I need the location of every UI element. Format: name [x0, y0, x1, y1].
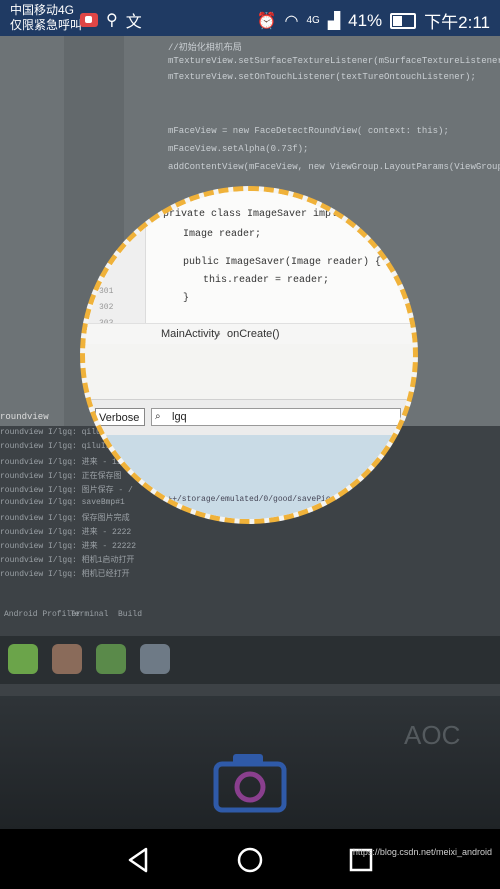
bg-code-line: mTextureView.setOnTouchListener(textTure…	[168, 72, 476, 82]
taskbar-app-icon	[8, 644, 38, 674]
code-line: this.reader = reader;	[203, 275, 330, 286]
status-bar: 中国移动4G 仅限紧急呼叫 ⚲ 文 ⏰ ◠ 4G ▟ 41% 下午2:11	[0, 0, 500, 36]
breadcrumb-method[interactable]: onCreate()	[227, 328, 280, 340]
wifi-icon: ◠	[284, 12, 299, 30]
logcat-toolbar: Verbose ⌕ lgq	[85, 399, 413, 437]
bg-code-line: mFaceView = new FaceDetectRoundView( con…	[168, 126, 449, 136]
code-line: public ImageSaver(Image reader) {	[183, 257, 382, 268]
screen-record-icon	[80, 13, 98, 27]
breadcrumb: MainActivity › onCreate()	[85, 323, 413, 344]
notification-icons: ⚲ 文	[80, 8, 142, 32]
navigation-bar	[0, 829, 500, 889]
clock: 下午2:11	[424, 13, 490, 32]
circle-code-editor: 301 302 303 private class ImageSaver imp…	[85, 191, 413, 331]
line-number: 302	[99, 303, 114, 312]
logcat-search-input[interactable]: ⌕ lgq	[151, 408, 401, 426]
camera-frame-icon	[213, 761, 287, 813]
home-icon	[237, 847, 263, 873]
search-icon: ⌕	[155, 411, 161, 422]
monitor-brand-logo: AOC	[404, 720, 461, 750]
back-button[interactable]	[124, 845, 154, 875]
bg-code-line: mFaceView.setAlpha(0.73f);	[168, 144, 309, 154]
search-query: lgq	[172, 411, 187, 423]
log-message: =====+++++/storage/emulated/0/good/saveP…	[129, 495, 418, 504]
translate-icon: 文	[125, 14, 142, 31]
taskbar-app-icon	[96, 644, 126, 674]
bg-log-title: roundview	[0, 412, 49, 422]
shutter-button[interactable]	[213, 750, 287, 814]
battery-level-fill	[393, 15, 403, 26]
system-status: ⏰ ◠ 4G ▟ 41% 下午2:11	[257, 8, 490, 33]
bg-log-line: roundview I/lgq: 相机已经打开	[0, 570, 130, 579]
battery-percent: 41%	[348, 10, 383, 30]
log-level-value: Verbose	[99, 412, 140, 424]
code-line: Image reader;	[183, 229, 262, 240]
log-level-select[interactable]: Verbose	[95, 408, 145, 426]
battery-icon	[390, 12, 417, 29]
background-taskbar	[0, 636, 500, 684]
bg-tab-terminal: Terminal	[70, 610, 109, 619]
network-type-label: 4G	[306, 15, 320, 26]
code-line: private class ImageSaver implements Runn…	[163, 209, 418, 220]
camera-lens-icon	[234, 771, 266, 803]
bg-log-line: roundview I/lgq: 相机1启动打开	[0, 556, 135, 565]
bg-tab-build: Build	[118, 610, 143, 619]
watermark-url: https://blog.csdn.net/meixi_android	[352, 847, 492, 857]
breadcrumb-separator-icon: ›	[217, 328, 221, 340]
taskbar-app-icon	[140, 644, 170, 674]
bg-log-line: roundview I/lgq: 进来 - 2222	[0, 528, 132, 537]
line-number: 301	[99, 287, 114, 296]
camera-top-icon	[233, 754, 263, 766]
carrier-info: 中国移动4G 仅限紧急呼叫	[10, 3, 82, 33]
taskbar-app-icon	[52, 644, 82, 674]
usb-icon: ⚲	[106, 12, 118, 29]
alarm-icon: ⏰	[256, 12, 277, 30]
breadcrumb-class[interactable]: MainActivity	[161, 328, 220, 340]
code-line: }	[183, 293, 190, 304]
carrier-name: 中国移动4G	[10, 3, 75, 17]
back-icon	[128, 847, 148, 873]
bg-log-line: roundview I/lgq: 进来 - 22222	[0, 542, 137, 551]
logcat-output: =====+++++/storage/emulated/0/good/saveP…	[85, 435, 413, 519]
signal-icon: ▟	[327, 12, 341, 30]
circle-gutter	[85, 191, 146, 331]
home-button[interactable]	[235, 845, 265, 875]
emergency-only-label: 仅限紧急呼叫	[10, 18, 83, 32]
bg-code-line: addContentView(mFaceView, new ViewGroup.…	[168, 162, 500, 172]
face-detect-circle: 301 302 303 private class ImageSaver imp…	[80, 186, 418, 524]
bg-code-line: mTextureView.setSurfaceTextureListener(m…	[168, 56, 500, 66]
bg-code-line: //初始化相机布局	[168, 43, 242, 53]
